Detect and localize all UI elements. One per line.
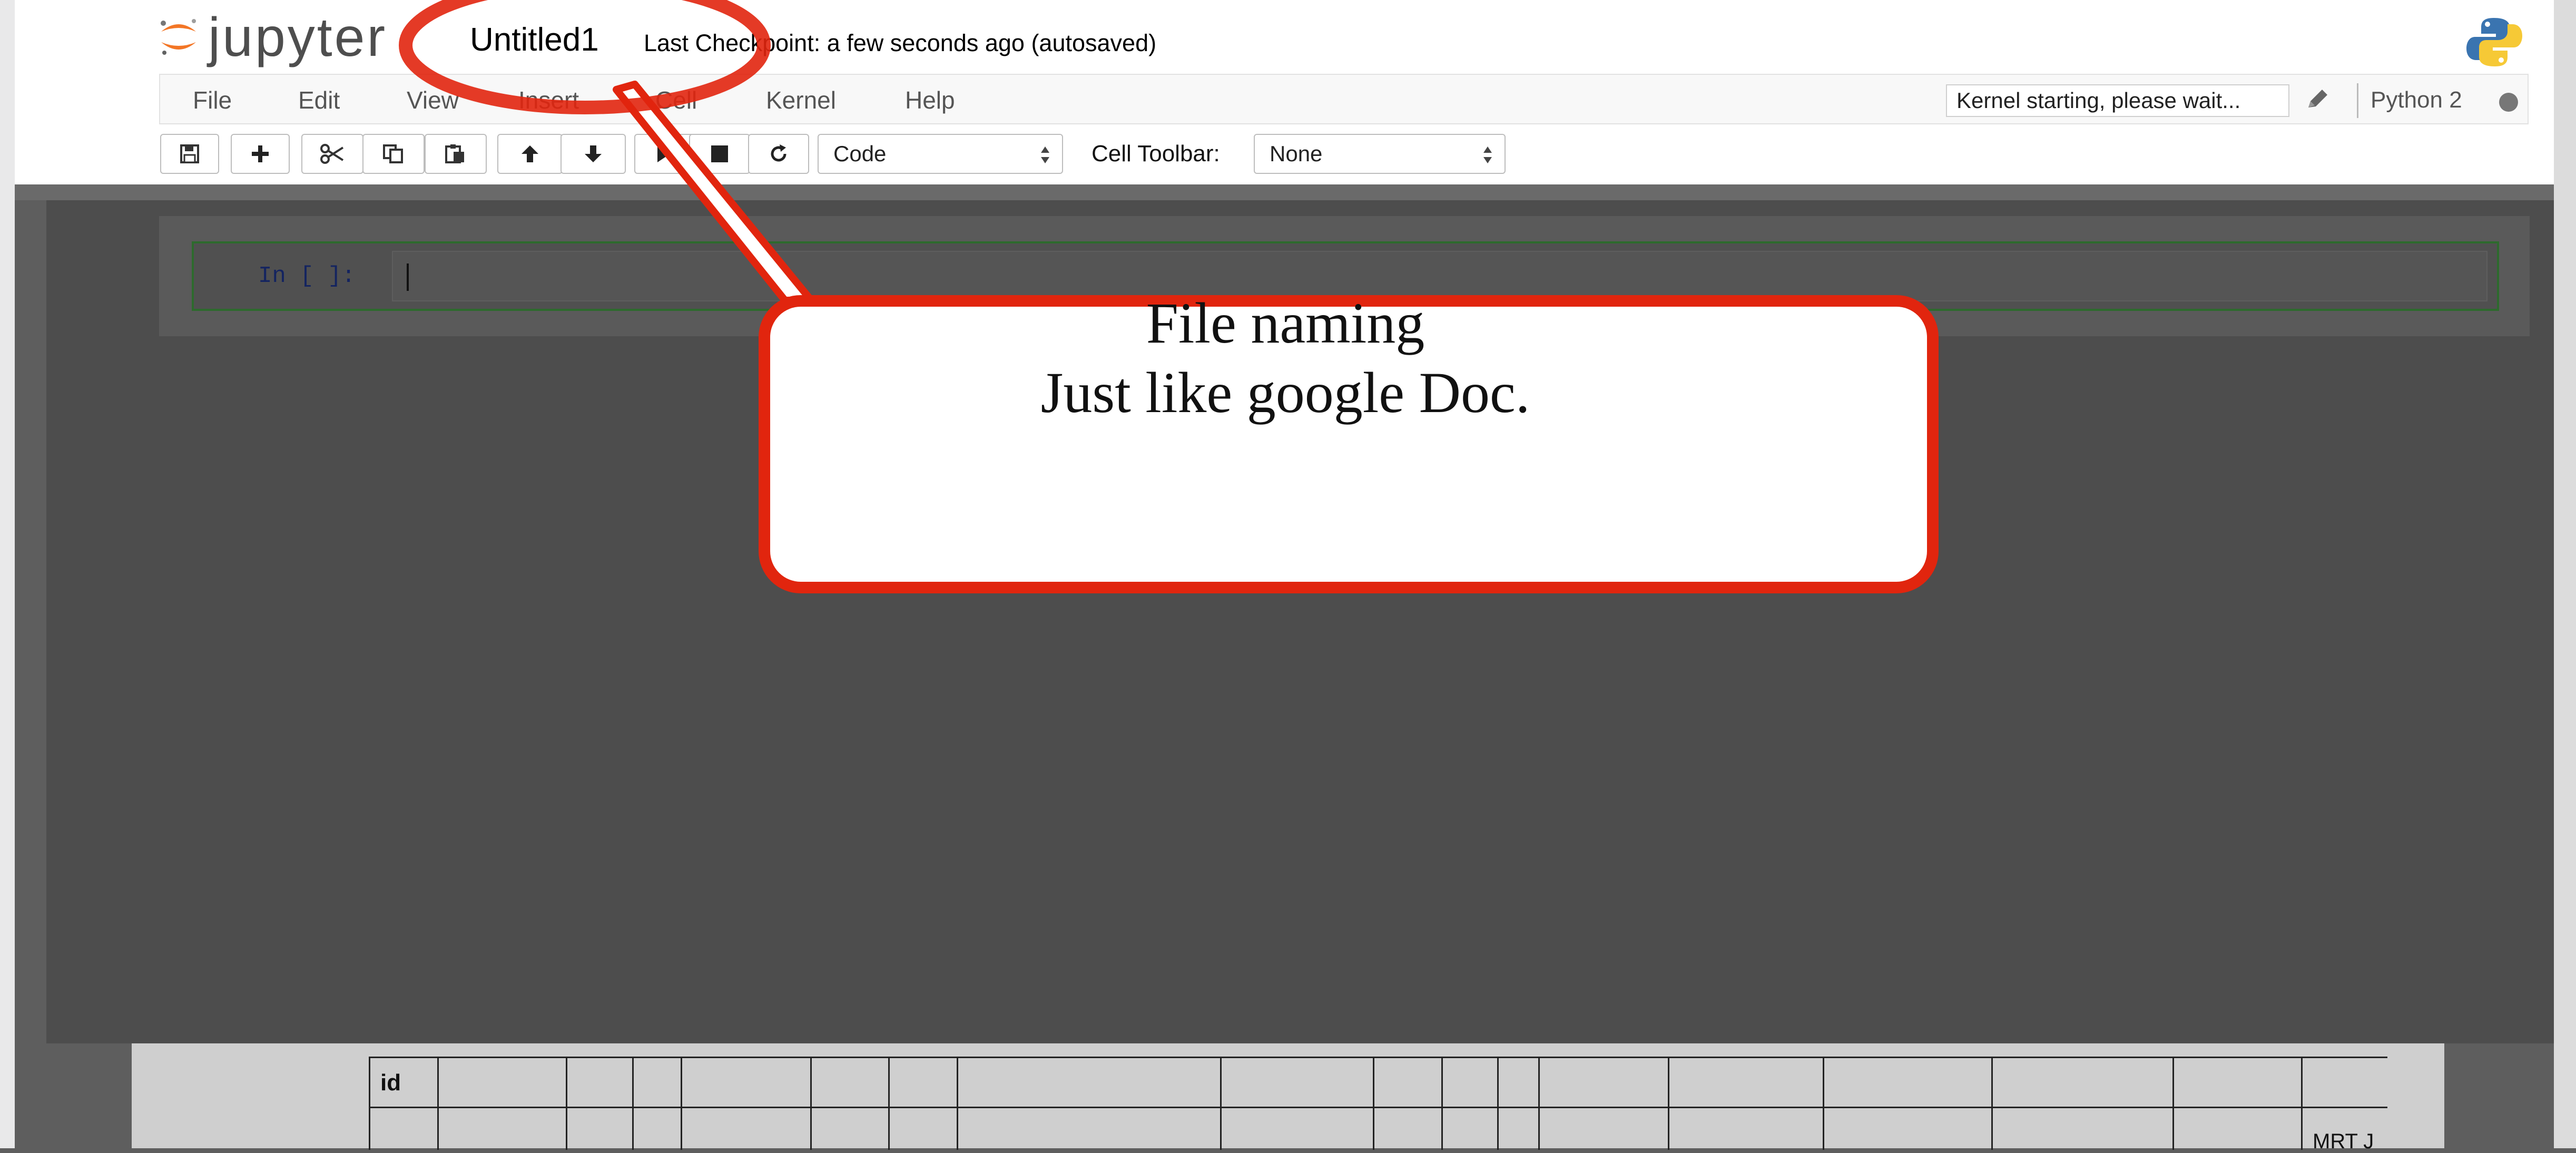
highlight-ring — [399, 0, 771, 114]
